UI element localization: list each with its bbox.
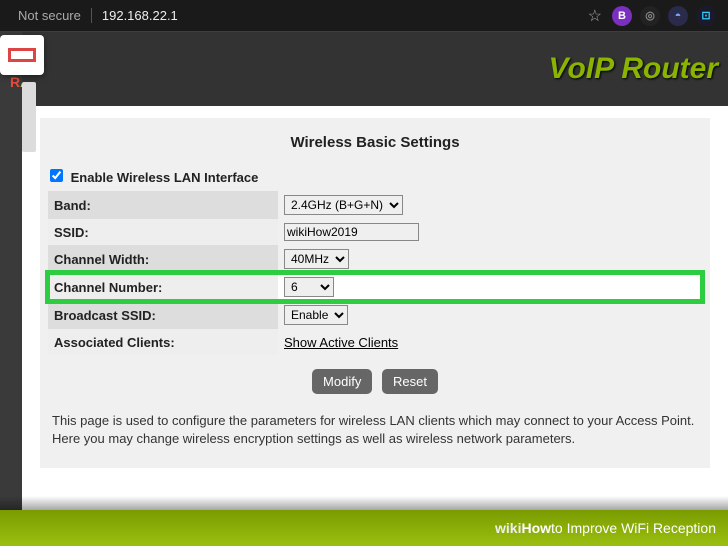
enable-wireless-row: Enable Wireless LAN Interface <box>48 165 702 191</box>
extension-b-icon[interactable]: B <box>612 6 632 26</box>
extension-circle-icon[interactable]: ◎ <box>640 6 660 26</box>
article-title: to Improve WiFi Reception <box>551 520 716 536</box>
channel-number-label: Channel Number: <box>48 273 278 301</box>
wikihow-attribution-bar: wikiHow to Improve WiFi Reception <box>0 510 728 546</box>
broadcast-ssid-label: Broadcast SSID: <box>48 301 278 329</box>
panel-description: This page is used to configure the param… <box>48 408 702 460</box>
extension-target-icon[interactable]: ⊡ <box>696 6 716 26</box>
enable-wireless-checkbox[interactable] <box>50 169 63 182</box>
ssid-row: SSID: <box>48 219 702 245</box>
router-brand-title: VoIP Router <box>549 52 718 86</box>
router-header: VoIP Router <box>22 32 728 106</box>
extension-shield-icon[interactable]: ◓ <box>668 6 688 26</box>
broadcast-ssid-select[interactable]: Enable <box>284 305 348 325</box>
channel-number-select[interactable]: 6 <box>284 277 334 297</box>
ssid-label: SSID: <box>48 219 278 245</box>
broadcast-ssid-row: Broadcast SSID: Enable <box>48 301 702 329</box>
show-active-clients-link[interactable]: Show Active Clients <box>284 335 398 350</box>
bookmark-star-icon[interactable]: ☆ <box>582 6 608 26</box>
button-row: Modify Reset <box>48 355 702 408</box>
channel-width-label: Channel Width: <box>48 245 278 273</box>
vertical-tab-widget[interactable] <box>0 35 44 75</box>
modify-button[interactable]: Modify <box>312 369 372 394</box>
router-admin-page: VoIP Router Wireless Basic Settings Enab… <box>22 32 728 546</box>
panel-title: Wireless Basic Settings <box>48 126 702 165</box>
wikihow-logo-how: How <box>521 520 551 536</box>
scrollbar-thumb[interactable] <box>22 82 36 152</box>
url-text[interactable]: 192.168.22.1 <box>92 8 582 23</box>
band-label: Band: <box>48 191 278 219</box>
settings-form-table: Band: 2.4GHz (B+G+N) SSID: Channel Width… <box>48 191 702 355</box>
viewport: RA VoIP Router Wireless Basic Settings E… <box>0 32 728 546</box>
reset-button[interactable]: Reset <box>382 369 438 394</box>
browser-address-bar: Not secure 192.168.22.1 ☆ B ◎ ◓ ⊡ <box>0 0 728 32</box>
channel-width-row: Channel Width: 40MHz <box>48 245 702 273</box>
channel-width-select[interactable]: 40MHz <box>284 249 349 269</box>
ssid-input[interactable] <box>284 223 419 241</box>
associated-clients-label: Associated Clients: <box>48 329 278 355</box>
wireless-settings-panel: Wireless Basic Settings Enable Wireless … <box>40 118 710 468</box>
enable-wireless-label: Enable Wireless LAN Interface <box>71 170 259 185</box>
channel-number-row: Channel Number: 6 <box>48 273 702 301</box>
band-select[interactable]: 2.4GHz (B+G+N) <box>284 195 403 215</box>
band-row: Band: 2.4GHz (B+G+N) <box>48 191 702 219</box>
not-secure-badge[interactable]: Not secure <box>8 8 92 23</box>
associated-clients-row: Associated Clients: Show Active Clients <box>48 329 702 355</box>
wikihow-logo-wiki: wiki <box>495 520 521 536</box>
